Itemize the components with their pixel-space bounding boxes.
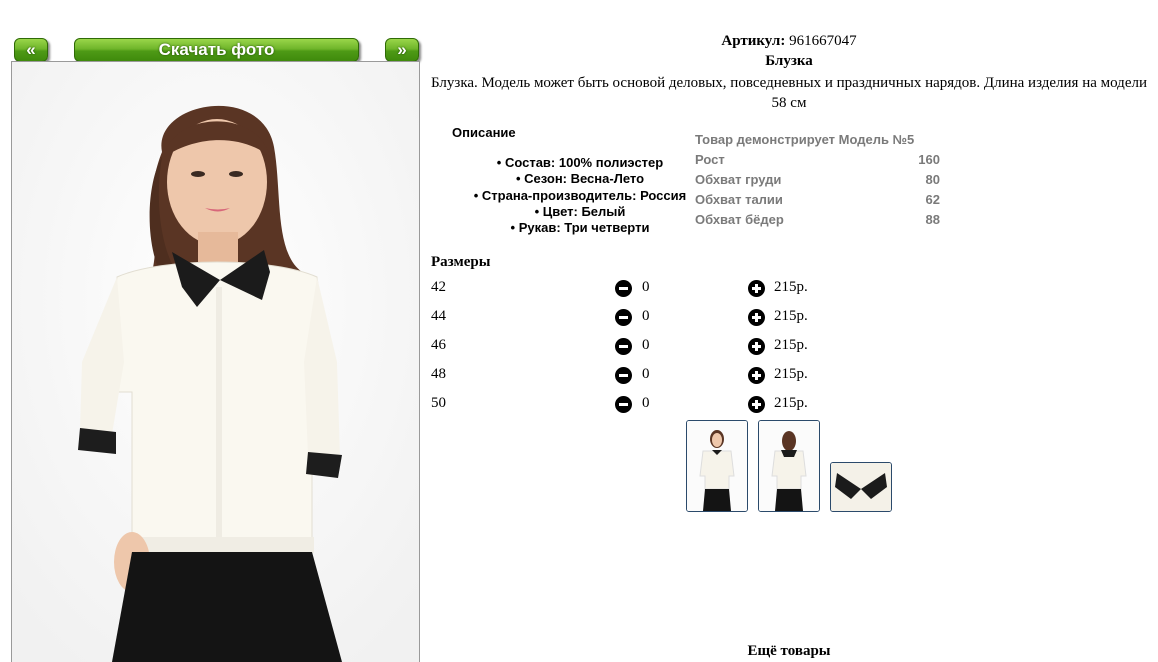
model-row-value: 62	[925, 192, 940, 207]
size-price: 215р.	[774, 279, 808, 295]
thumbnail-collar-image	[831, 463, 891, 511]
size-label: 46	[431, 337, 446, 353]
article-label: Артикул:	[721, 33, 786, 49]
plus-icon[interactable]	[748, 396, 765, 413]
next-photo-button[interactable]: »	[385, 38, 419, 62]
thumbnail-back-image	[759, 421, 819, 511]
main-product-photo	[11, 61, 420, 662]
detail-item: Цвет: Белый	[445, 204, 715, 220]
minus-icon[interactable]	[615, 396, 632, 413]
model-row-value: 80	[925, 172, 940, 187]
model-header: Товар демонстрирует Модель №5	[695, 130, 940, 150]
more-items-title: Ещё товары	[747, 643, 831, 659]
model-row-label: Рост	[695, 152, 725, 167]
size-price: 215р.	[774, 366, 808, 382]
detail-item: Рукав: Три четверти	[445, 220, 715, 236]
product-description: Блузка. Модель может быть основой деловы…	[431, 75, 1147, 111]
minus-icon[interactable]	[615, 309, 632, 326]
detail-item: Сезон: Весна-Лето	[445, 171, 715, 187]
prev-photo-button[interactable]: «	[14, 38, 48, 62]
model-header-text: Товар демонстрирует Модель №5	[695, 132, 915, 147]
model-row: Рост 160	[695, 150, 940, 170]
size-price: 215р.	[774, 395, 808, 411]
download-photo-button[interactable]: Скачать фото	[74, 38, 359, 62]
model-row: Обхват бёдер 88	[695, 210, 940, 230]
model-row-value: 160	[918, 152, 940, 167]
sizes-title: Размеры	[431, 254, 491, 270]
thumbnail-back[interactable]	[758, 420, 820, 512]
size-label: 50	[431, 395, 446, 411]
size-quantity: 0	[642, 279, 650, 295]
model-row-label: Обхват талии	[695, 192, 783, 207]
minus-icon[interactable]	[615, 280, 632, 297]
details-title: Описание	[452, 125, 516, 140]
size-quantity: 0	[642, 366, 650, 382]
detail-item: Страна-производитель: Россия	[445, 188, 715, 204]
model-row: Обхват груди 80	[695, 170, 940, 190]
plus-icon[interactable]	[748, 338, 765, 355]
thumbnail-front[interactable]	[686, 420, 748, 512]
model-illustration	[12, 62, 419, 662]
detail-item: Состав: 100% полиэстер	[445, 155, 715, 171]
size-price: 215р.	[774, 308, 808, 324]
size-quantity: 0	[642, 337, 650, 353]
model-row-label: Обхват груди	[695, 172, 782, 187]
article-line: Артикул: 961667047	[430, 33, 1148, 50]
thumbnail-collar-detail[interactable]	[830, 462, 892, 512]
size-price: 215р.	[774, 337, 808, 353]
size-label: 48	[431, 366, 446, 382]
minus-icon[interactable]	[615, 367, 632, 384]
model-row: Обхват талии 62	[695, 190, 940, 210]
plus-icon[interactable]	[748, 280, 765, 297]
minus-icon[interactable]	[615, 338, 632, 355]
plus-icon[interactable]	[748, 309, 765, 326]
size-quantity: 0	[642, 308, 650, 324]
model-measurements: Товар демонстрирует Модель №5 Рост 160 Об…	[695, 130, 940, 230]
size-quantity: 0	[642, 395, 650, 411]
article-value: 961667047	[789, 33, 857, 49]
product-name: Блузка	[765, 53, 813, 69]
details-list: Состав: 100% полиэстер Сезон: Весна-Лето…	[445, 155, 715, 236]
thumbnail-front-image	[687, 421, 747, 511]
plus-icon[interactable]	[748, 367, 765, 384]
model-row-value: 88	[925, 212, 940, 227]
size-label: 44	[431, 308, 446, 324]
model-row-label: Обхват бёдер	[695, 212, 784, 227]
size-label: 42	[431, 279, 446, 295]
